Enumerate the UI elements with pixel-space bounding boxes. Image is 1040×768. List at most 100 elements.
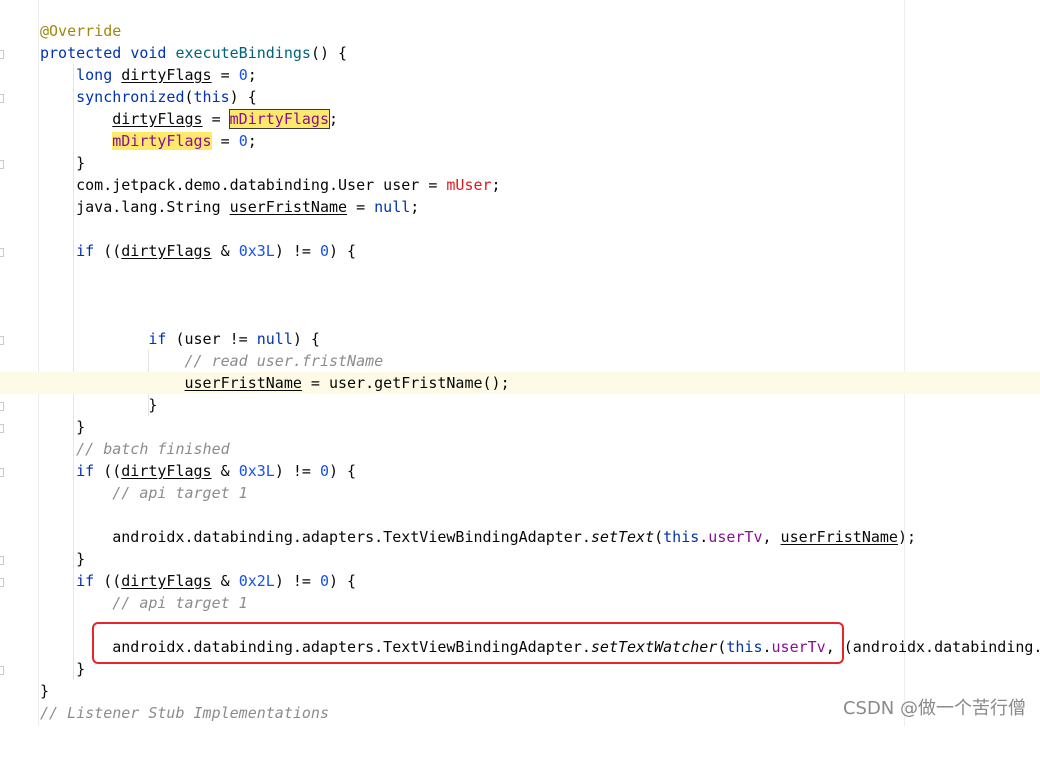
keyword-token: synchronized [76, 88, 185, 106]
variable-token: dirtyFlags [121, 242, 212, 260]
brace-token: } [76, 154, 86, 172]
code-token: = [211, 66, 239, 84]
fold-marker-icon[interactable] [0, 666, 4, 675]
code-line: @Override [0, 20, 1040, 42]
code-line: // batch finished [0, 438, 1040, 460]
brace-token: } [40, 682, 50, 700]
code-line: } [0, 152, 1040, 174]
variable-token: dirtyFlags [112, 110, 203, 128]
highlighted-field-token[interactable]: mDirtyFlags [228, 109, 331, 129]
fold-marker-icon[interactable] [0, 160, 4, 169]
code-line: protected void executeBindings() { [0, 42, 1040, 64]
override-annotation: @Override [40, 22, 122, 40]
fold-marker-icon[interactable] [0, 468, 4, 477]
number-literal: 0 [238, 66, 248, 84]
keyword-token: null [374, 198, 411, 216]
brace-token: } [148, 396, 158, 414]
code-token: & [211, 572, 239, 590]
red-highlight-box [92, 622, 844, 664]
variable-token: userFristName [229, 198, 348, 216]
code-token: androidx.databinding.adapters.TextViewBi… [112, 528, 591, 546]
code-line: com.jetpack.demo.databinding.User user =… [0, 174, 1040, 196]
current-code-line: userFristName = user.getFristName(); [0, 372, 1040, 394]
keyword-token: this [663, 528, 700, 546]
code-token: ) { [329, 242, 357, 260]
number-literal: 0x3L [238, 242, 275, 260]
comment-token: // Listener Stub Implementations [40, 704, 329, 722]
code-token: & [211, 242, 239, 260]
code-token: ( [654, 528, 664, 546]
code-token: (androidx.databinding. [843, 638, 1040, 656]
brace-token: } [76, 550, 86, 568]
fold-marker-icon[interactable] [0, 248, 4, 257]
code-token: = [347, 198, 375, 216]
code-token: , [762, 528, 781, 546]
code-token: ; [410, 198, 420, 216]
number-literal: 0 [238, 132, 248, 150]
code-token: ) { [329, 572, 357, 590]
code-line: // api target 1 [0, 592, 1040, 614]
code-line: } [0, 394, 1040, 416]
comment-token: // api target 1 [112, 594, 248, 612]
fold-marker-icon[interactable] [0, 578, 4, 587]
keyword-token: if [76, 572, 95, 590]
code-token: ; [491, 176, 501, 194]
code-token: (( [94, 572, 122, 590]
variable-token: dirtyFlags [121, 462, 212, 480]
fold-marker-icon[interactable] [0, 556, 4, 565]
method-call: setText [590, 528, 655, 546]
keyword-token: void [130, 44, 167, 62]
fold-marker-icon[interactable] [0, 94, 4, 103]
field-token: mUser [446, 176, 492, 194]
keyword-token: long [76, 66, 113, 84]
code-token: ) != [274, 242, 320, 260]
code-token: ; [329, 110, 339, 128]
brace-token: } [76, 418, 86, 436]
fold-marker-icon[interactable] [0, 336, 4, 345]
code-token: (user != [166, 330, 257, 348]
keyword-token: this [193, 88, 230, 106]
code-line: // api target 1 [0, 482, 1040, 504]
comment-token: // read user.fristName [184, 352, 384, 370]
variable-token: dirtyFlags [121, 572, 212, 590]
code-line: dirtyFlags = mDirtyFlags; [0, 108, 1040, 130]
code-line: androidx.databinding.adapters.TextViewBi… [0, 526, 1040, 548]
watermark: CSDN @做一个苦行僧 [842, 698, 1026, 719]
number-literal: 0 [319, 572, 329, 590]
code-token: java.lang.String [76, 198, 230, 216]
field-token: userTv [708, 528, 763, 546]
code-token: ) { [229, 88, 257, 106]
code-token: ) != [274, 462, 320, 480]
code-token: com.jetpack.demo.databinding.User user = [76, 176, 447, 194]
code-token: (( [94, 462, 122, 480]
code-token: & [211, 462, 239, 480]
fold-marker-icon[interactable] [0, 402, 4, 411]
fold-marker-icon[interactable] [0, 424, 4, 433]
keyword-token: if [148, 330, 167, 348]
variable-token: userFristName [780, 528, 898, 546]
brace-token: } [76, 660, 86, 678]
variable-token: dirtyFlags [121, 66, 212, 84]
highlighted-field-token: mDirtyFlags [112, 132, 212, 150]
code-token: ) { [329, 462, 357, 480]
comment-token: // batch finished [76, 440, 230, 458]
code-line: mDirtyFlags = 0; [0, 130, 1040, 152]
code-line: } [0, 548, 1040, 570]
number-literal: 0x2L [238, 572, 275, 590]
code-line: java.lang.String userFristName = null; [0, 196, 1040, 218]
code-token: ) { [292, 330, 320, 348]
code-line: synchronized(this) { [0, 86, 1040, 108]
code-token: = [202, 110, 230, 128]
code-token: ; [247, 132, 257, 150]
code-token: () { [310, 44, 348, 62]
fold-marker-icon[interactable] [0, 50, 4, 59]
code-token: ); [897, 528, 917, 546]
code-token: . [699, 528, 709, 546]
code-token: ( [184, 88, 194, 106]
variable-token: userFristName [184, 374, 302, 392]
code-line: // read user.fristName [0, 350, 1040, 372]
code-line: long dirtyFlags = 0; [0, 64, 1040, 86]
code-line: if ((dirtyFlags & 0x2L) != 0) { [0, 570, 1040, 592]
code-token: (( [94, 242, 122, 260]
method-name: executeBindings [175, 44, 311, 62]
